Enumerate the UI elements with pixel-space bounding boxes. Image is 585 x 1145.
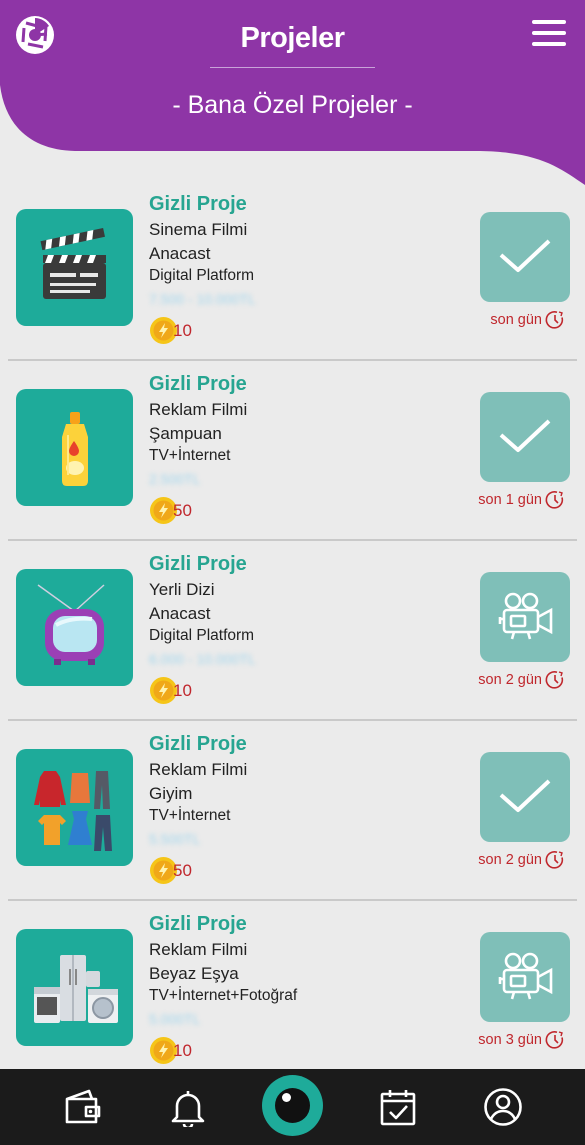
project-budget-blurred: 7.500 - 10.000TL [149, 291, 256, 307]
project-title: Gizli Proje [149, 193, 247, 215]
coin-amount: 10 [173, 321, 192, 340]
project-card[interactable]: Gizli Proje Sinema Filmi Anacast Digital… [0, 181, 585, 361]
television-icon [16, 569, 133, 686]
project-title: Gizli Proje [149, 373, 247, 395]
clock-icon [545, 851, 564, 869]
project-title: Gizli Proje [149, 733, 247, 755]
deadline-text: son 2 gün [478, 672, 542, 688]
project-platform: Digital Platform [149, 627, 255, 644]
project-subject: Anacast [149, 604, 211, 623]
header: Projeler - Bana Özel Projeler - [0, 0, 585, 200]
coin-reward: 50 [149, 856, 247, 886]
project-card[interactable]: Gizli Proje Reklam Filmi Şampuan TV+İnte… [0, 361, 585, 541]
calendar-check-icon[interactable] [378, 1087, 418, 1127]
page-subtitle: - Bana Özel Projeler - [172, 91, 413, 119]
project-title: Gizli Proje [149, 553, 247, 575]
coin-reward: 50 [149, 496, 247, 526]
project-type: Yerli Dizi [149, 580, 215, 599]
deadline-text: son gün [490, 312, 542, 328]
shampoo-bottle-icon [16, 389, 133, 506]
coin-reward: 10 [149, 316, 256, 346]
camera-lens [275, 1088, 310, 1123]
clock-icon [545, 1031, 564, 1049]
project-type: Reklam Filmi [149, 400, 248, 419]
video-audition-button[interactable] [480, 932, 570, 1022]
project-subject: Giyim [149, 784, 193, 803]
video-audition-button[interactable] [480, 572, 570, 662]
project-platform: TV+İnternet [149, 807, 231, 824]
coin-amount: 10 [173, 1041, 192, 1060]
project-subject: Şampuan [149, 424, 222, 443]
coin-amount: 10 [173, 681, 192, 700]
deadline-label: son 2 gün [478, 670, 565, 690]
project-platform: TV+İnternet [149, 447, 231, 464]
lens-highlight [282, 1093, 291, 1102]
clock-icon [545, 671, 564, 689]
deadline-text: son 2 gün [478, 852, 542, 868]
check-icon [499, 779, 551, 812]
project-card[interactable]: Gizli Proje Yerli Dizi Anacast Digital P… [0, 541, 585, 721]
coin-reward: 10 [149, 1036, 297, 1066]
clapperboard-icon [16, 209, 133, 326]
project-platform: TV+İnternet+Fotoğraf [149, 987, 298, 1004]
clock-icon [545, 311, 564, 329]
project-type: Sinema Filmi [149, 220, 248, 239]
deadline-text: son 1 gün [478, 492, 542, 508]
bell-icon[interactable] [168, 1087, 208, 1127]
project-subject: Beyaz Eşya [149, 964, 239, 983]
project-budget-blurred: 6.000 - 10.000TL [149, 651, 256, 667]
deadline-label: son 2 gün [478, 850, 565, 870]
coin-amount: 50 [173, 861, 192, 880]
deadline-label: son 3 gün [478, 1030, 565, 1050]
project-title: Gizli Proje [149, 913, 247, 935]
project-budget-blurred: 2.500TL [149, 471, 201, 487]
apply-button[interactable] [480, 392, 570, 482]
deadline-text: son 3 gün [478, 1032, 542, 1048]
deadline-label: son gün [490, 310, 565, 330]
project-type: Reklam Filmi [149, 760, 248, 779]
clothes-icon [16, 749, 133, 866]
video-camera-icon [498, 592, 553, 640]
project-card[interactable]: Gizli Proje Reklam Filmi Giyim TV+İntern… [0, 721, 585, 901]
wallet-icon[interactable] [62, 1087, 102, 1127]
camera-lens-icon[interactable] [262, 1075, 323, 1136]
user-circle-icon[interactable] [483, 1087, 523, 1127]
check-icon [499, 239, 551, 272]
apply-button[interactable] [480, 752, 570, 842]
project-budget-blurred: 5.500TL [149, 831, 201, 847]
video-camera-icon [498, 952, 553, 1000]
project-budget-blurred: 5.000TL [149, 1011, 201, 1027]
deadline-label: son 1 gün [478, 490, 565, 510]
coin-reward: 10 [149, 676, 256, 706]
hamburger-menu-icon[interactable] [532, 20, 566, 52]
apply-button[interactable] [480, 212, 570, 302]
project-card[interactable]: Gizli Proje Reklam Filmi Beyaz Eşya TV+İ… [0, 901, 585, 1081]
appliances-icon [16, 929, 133, 1046]
page-title: Projeler [240, 22, 346, 54]
coin-amount: 50 [173, 501, 192, 520]
clock-icon [545, 491, 564, 509]
title-underline [210, 67, 375, 68]
project-platform: Digital Platform [149, 267, 255, 284]
project-subject: Anacast [149, 244, 211, 263]
project-type: Reklam Filmi [149, 940, 248, 959]
check-icon [499, 419, 551, 452]
project-list: Gizli Proje Sinema Filmi Anacast Digital… [0, 181, 585, 1081]
